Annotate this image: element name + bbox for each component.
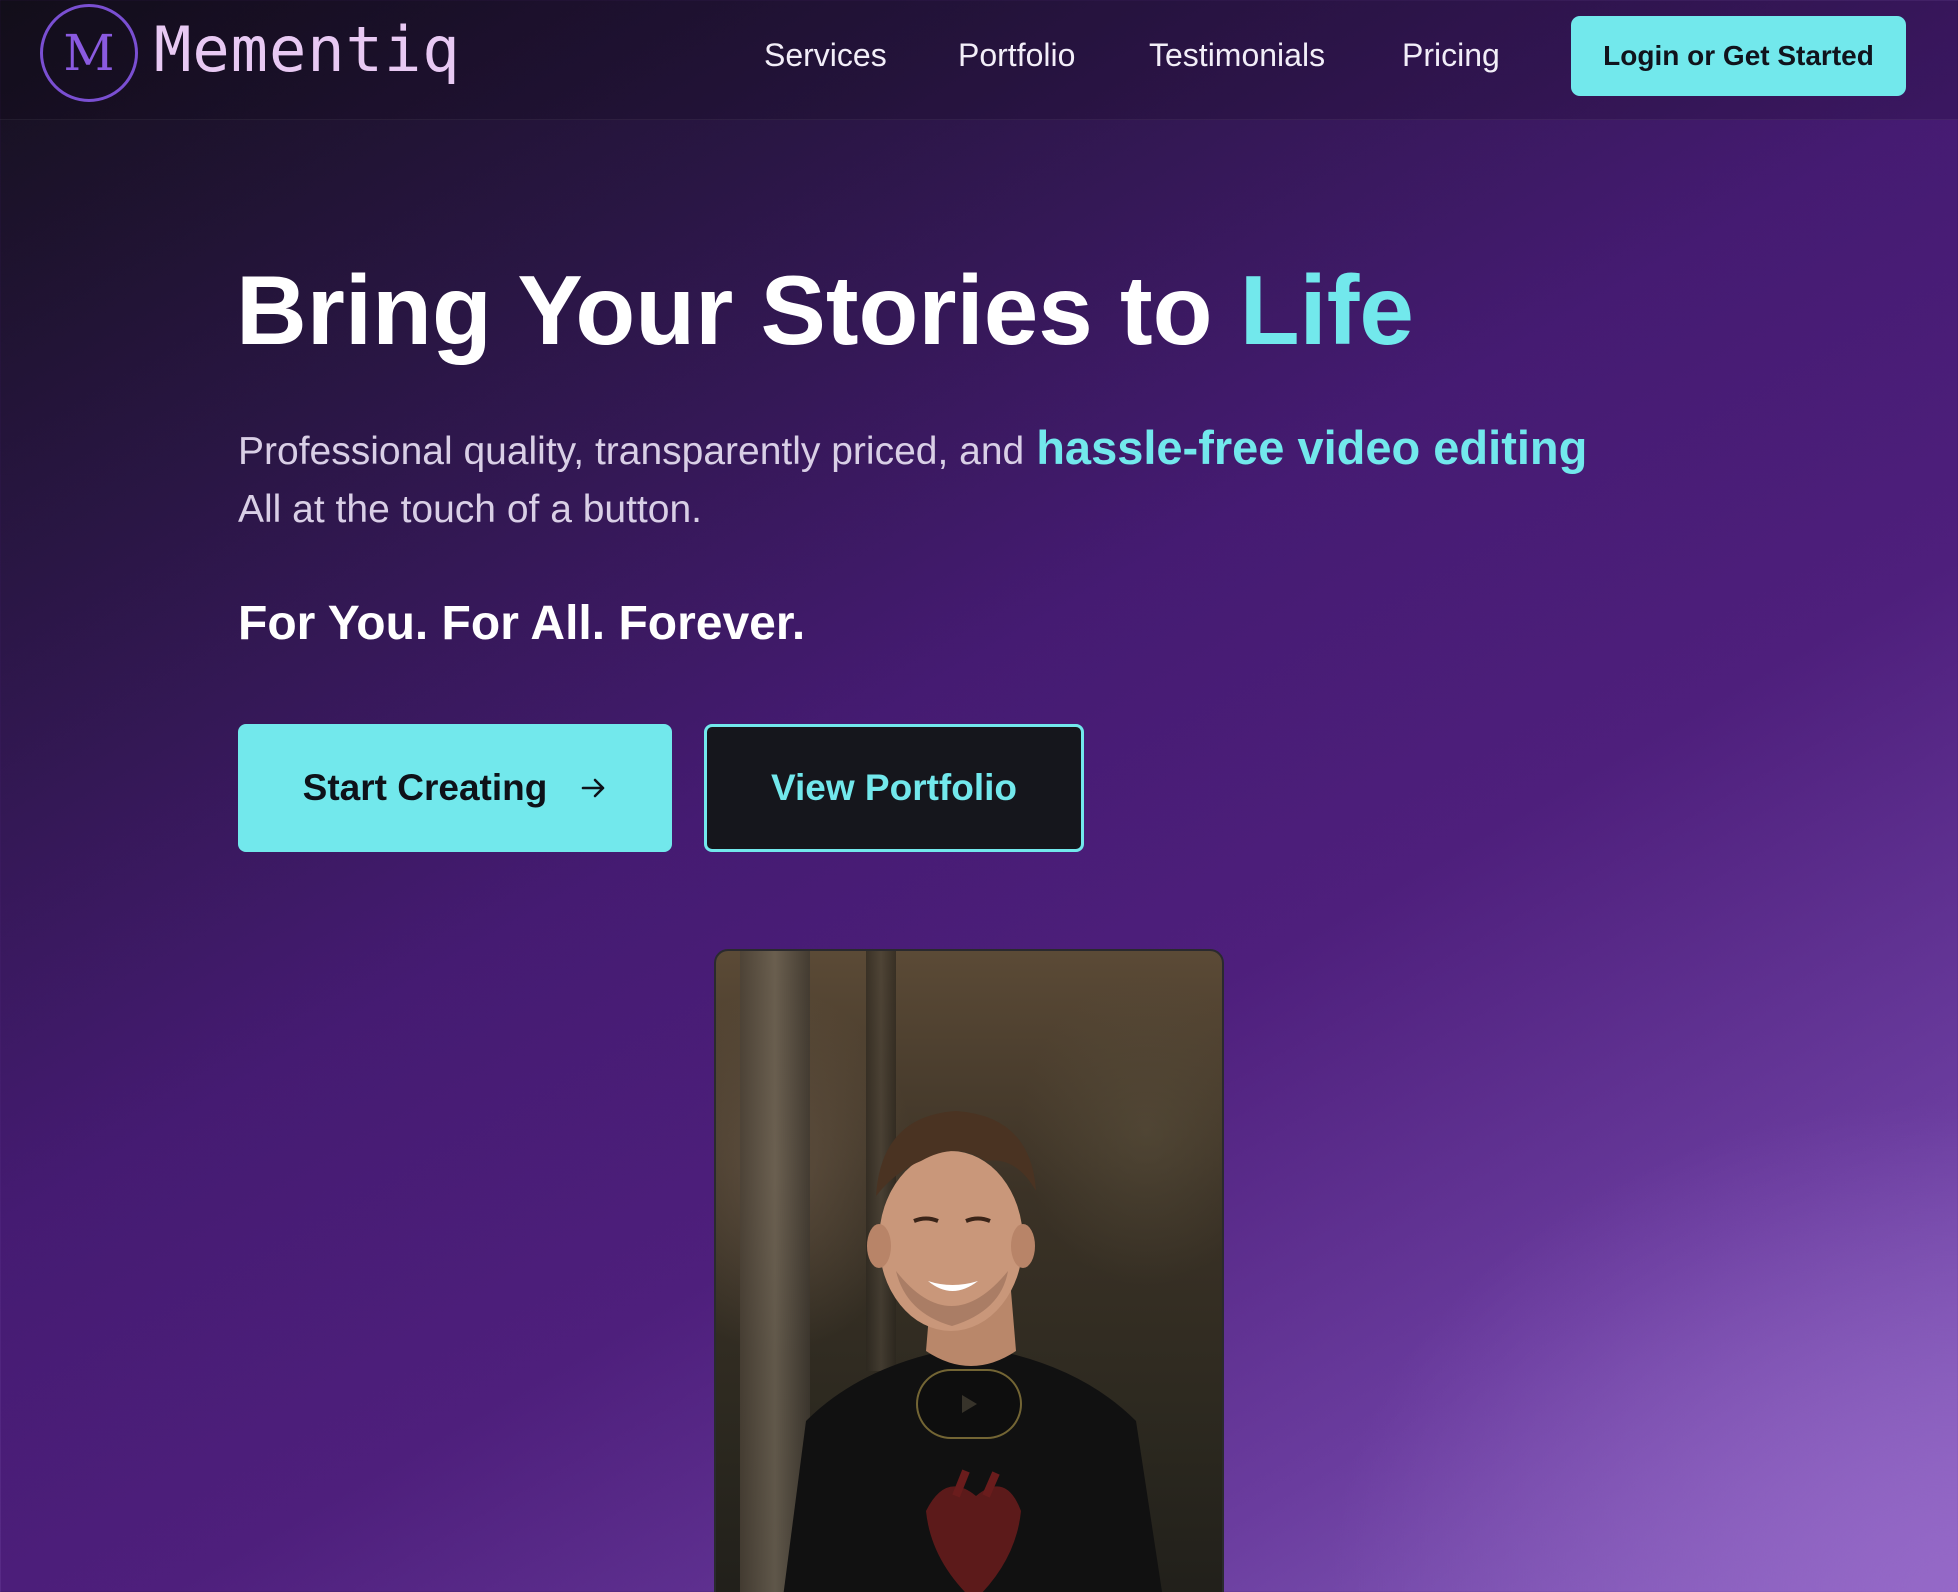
hero-tagline: For You. For All. Forever. xyxy=(238,597,806,650)
logo-letter: M xyxy=(63,24,115,82)
hero-title-main: Bring Your Stories to xyxy=(236,255,1240,365)
hero-subtitle: Professional quality, transparently pric… xyxy=(238,420,1587,480)
nav-portfolio-link[interactable]: Portfolio xyxy=(958,30,1075,80)
nav-services-link[interactable]: Services xyxy=(764,30,887,80)
hero-subtitle-line2: All at the touch of a button. xyxy=(238,488,702,531)
play-icon xyxy=(962,1395,977,1413)
hero-subtitle-text: Professional quality, transparently pric… xyxy=(238,430,1025,473)
start-creating-label: Start Creating xyxy=(302,767,548,808)
view-portfolio-button[interactable]: View Portfolio xyxy=(704,724,1084,852)
brand-name[interactable]: Mementiq xyxy=(154,12,461,88)
logo-icon[interactable]: M xyxy=(40,4,138,102)
hero-subtitle-highlight: hassle-free video editing xyxy=(1036,421,1588,474)
site-header: M Mementiq Services Portfolio Testimonia… xyxy=(0,0,1958,120)
start-creating-button[interactable]: Start Creating xyxy=(238,724,672,852)
play-button[interactable] xyxy=(916,1369,1022,1439)
hero-title: Bring Your Stories to Life xyxy=(236,250,1414,370)
hero-title-accent: Life xyxy=(1239,255,1414,365)
arrow-right-icon xyxy=(581,776,607,800)
nav-pricing-link[interactable]: Pricing xyxy=(1402,30,1500,80)
video-preview[interactable] xyxy=(714,949,1224,1592)
nav-testimonials-link[interactable]: Testimonials xyxy=(1149,30,1325,80)
video-person-image xyxy=(783,1111,1163,1592)
login-get-started-button[interactable]: Login or Get Started xyxy=(1571,16,1906,96)
